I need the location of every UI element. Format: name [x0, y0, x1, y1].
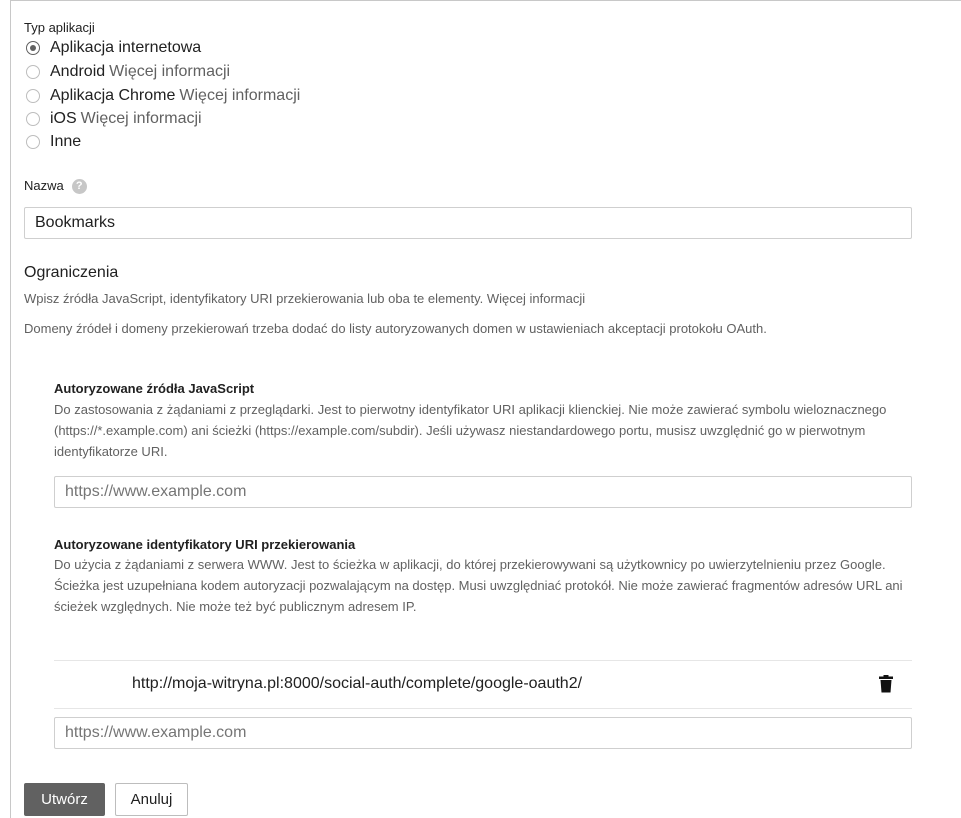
app-type-label: Typ aplikacji [24, 20, 95, 35]
radio-label: Android [50, 63, 106, 80]
more-info-link[interactable]: Więcej informacji [81, 110, 202, 128]
radio-android[interactable]: Android Więcej informacji [26, 62, 230, 82]
more-info-link[interactable]: Więcej informacji [179, 87, 300, 105]
name-input[interactable] [24, 207, 912, 239]
redirect-uri-row: http://moja-witryna.pl:8000/social-auth/… [54, 660, 912, 709]
restrictions-heading: Ograniczenia [24, 264, 119, 281]
js-origins-description: Do zastosowania z żądaniami z przeglądar… [54, 402, 887, 459]
redirect-uris-title: Autoryzowane identyfikatory URI przekier… [54, 537, 356, 552]
radio-label: iOS [50, 110, 77, 127]
radio-unchecked-icon[interactable] [26, 112, 40, 126]
radio-unchecked-icon[interactable] [26, 135, 40, 149]
radio-label: Inne [50, 133, 82, 150]
name-label: Nazwa? [24, 178, 87, 195]
radio-web-app[interactable]: Aplikacja internetowa [26, 38, 201, 58]
radio-unchecked-icon[interactable] [26, 89, 40, 103]
redirect-uris-description: Do użycia z żądaniami z serwera WWW. Jes… [54, 557, 903, 614]
js-origins-title: Autoryzowane źródła JavaScript [54, 381, 255, 396]
radio-checked-icon[interactable] [26, 41, 40, 55]
restrictions-line1: Wpisz źródła JavaScript, identyfikatory … [24, 291, 586, 306]
cancel-button[interactable]: Anuluj [115, 783, 188, 816]
create-button[interactable]: Utwórz [24, 783, 105, 816]
more-info-link[interactable]: Więcej informacji [109, 63, 230, 81]
radio-label: Aplikacja Chrome [50, 87, 176, 104]
js-origin-input[interactable] [54, 476, 912, 508]
radio-unchecked-icon[interactable] [26, 65, 40, 79]
redirect-uri-value: http://moja-witryna.pl:8000/social-auth/… [132, 675, 583, 692]
name-label-text: Nazwa [24, 178, 64, 193]
radio-chrome-app[interactable]: Aplikacja Chrome Więcej informacji [26, 86, 300, 106]
radio-other[interactable]: Inne [26, 132, 81, 152]
radio-label: Aplikacja internetowa [50, 39, 202, 56]
trash-icon[interactable] [879, 675, 893, 693]
redirect-uri-input[interactable] [54, 717, 912, 749]
restrictions-line2: Domeny źródeł i domeny przekierowań trze… [24, 321, 767, 336]
help-circle-icon[interactable]: ? [71, 179, 87, 195]
radio-ios[interactable]: iOS Więcej informacji [26, 109, 202, 129]
